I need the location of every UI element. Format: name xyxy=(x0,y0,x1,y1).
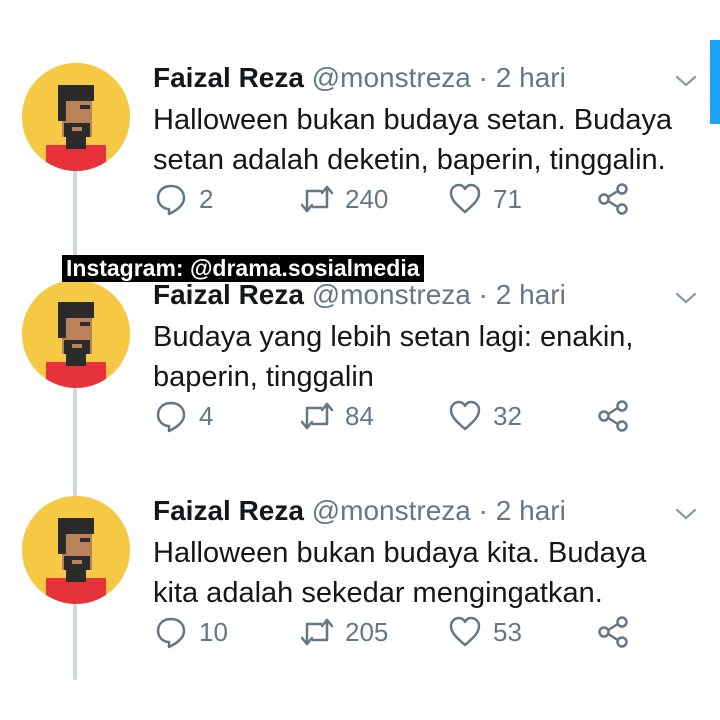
retweet-icon xyxy=(300,402,334,430)
timestamp[interactable]: 2 hari xyxy=(496,495,566,526)
avatar[interactable] xyxy=(22,496,130,604)
retweet-button[interactable]: 205 xyxy=(299,612,388,652)
reply-count: 10 xyxy=(199,616,228,647)
retweet-button[interactable]: 84 xyxy=(299,396,374,436)
like-count: 71 xyxy=(493,183,522,214)
user-handle[interactable]: @monstreza xyxy=(312,279,471,310)
tweet-text: Halloween bukan budaya kita. Budaya kita… xyxy=(153,537,647,609)
separator-dot: · xyxy=(478,495,488,526)
display-name[interactable]: Faizal Reza xyxy=(153,279,304,310)
share-icon[interactable] xyxy=(595,614,631,650)
user-handle[interactable]: @monstreza xyxy=(312,495,471,526)
avatar[interactable] xyxy=(22,280,130,388)
tweet-text: Budaya yang lebih setan lagi: enakin, ba… xyxy=(153,321,634,393)
avatar-pixel-man-icon xyxy=(22,496,130,604)
tweet[interactable]: Faizal Reza @monstreza · 2 hari Hallowee… xyxy=(0,476,720,676)
tweet-actions: 10 205 53 xyxy=(153,612,653,652)
tweet-header: Faizal Reza @monstreza · 2 hari xyxy=(153,277,566,313)
tweet-text: Halloween bukan budaya setan. Budaya set… xyxy=(153,104,673,176)
heart-icon xyxy=(449,183,481,214)
heart-icon xyxy=(449,616,481,647)
reply-button[interactable]: 4 xyxy=(153,396,213,436)
retweet-count: 84 xyxy=(345,400,374,431)
share-icon[interactable] xyxy=(595,398,631,434)
retweet-icon xyxy=(300,618,334,646)
separator-dot: · xyxy=(478,62,488,93)
reply-bubble-icon xyxy=(156,401,186,433)
tweet-header: Faizal Reza @monstreza · 2 hari xyxy=(153,60,566,96)
like-button[interactable]: 53 xyxy=(447,612,522,652)
like-count: 32 xyxy=(493,400,522,431)
retweet-icon xyxy=(300,185,334,213)
share-icon[interactable] xyxy=(595,181,631,217)
display-name[interactable]: Faizal Reza xyxy=(153,62,304,93)
chevron-down-icon[interactable] xyxy=(674,504,698,524)
timestamp[interactable]: 2 hari xyxy=(496,62,566,93)
avatar-pixel-man-icon xyxy=(22,280,130,388)
like-button[interactable]: 32 xyxy=(447,396,522,436)
avatar[interactable] xyxy=(22,63,130,171)
chevron-down-icon[interactable] xyxy=(674,288,698,308)
reply-button[interactable]: 10 xyxy=(153,612,228,652)
tweet-header: Faizal Reza @monstreza · 2 hari xyxy=(153,493,566,529)
separator-dot: · xyxy=(478,279,488,310)
retweet-count: 205 xyxy=(345,616,389,647)
retweet-count: 240 xyxy=(345,183,389,214)
like-count: 53 xyxy=(493,616,522,647)
user-handle[interactable]: @monstreza xyxy=(312,62,471,93)
heart-icon xyxy=(449,400,481,431)
reply-button[interactable]: 2 xyxy=(153,179,213,219)
reply-bubble-icon xyxy=(156,184,186,216)
reply-count: 4 xyxy=(199,400,214,431)
tweet[interactable]: Faizal Reza @monstreza · 2 hari Budaya y… xyxy=(0,260,720,460)
tweet-actions: 4 84 32 xyxy=(153,396,653,436)
display-name[interactable]: Faizal Reza xyxy=(153,495,304,526)
tweet-actions: 2 240 71 xyxy=(153,179,653,219)
timestamp[interactable]: 2 hari xyxy=(496,279,566,310)
chevron-down-icon[interactable] xyxy=(674,71,698,91)
like-button[interactable]: 71 xyxy=(447,179,522,219)
reply-count: 2 xyxy=(199,183,214,214)
instagram-watermark: Instagram: @drama.sosialmedia xyxy=(62,255,424,282)
tweet[interactable]: Faizal Reza @monstreza · 2 hari Hallowee… xyxy=(0,43,720,243)
reply-bubble-icon xyxy=(156,617,186,649)
retweet-button[interactable]: 240 xyxy=(299,179,388,219)
avatar-pixel-man-icon xyxy=(22,63,130,171)
